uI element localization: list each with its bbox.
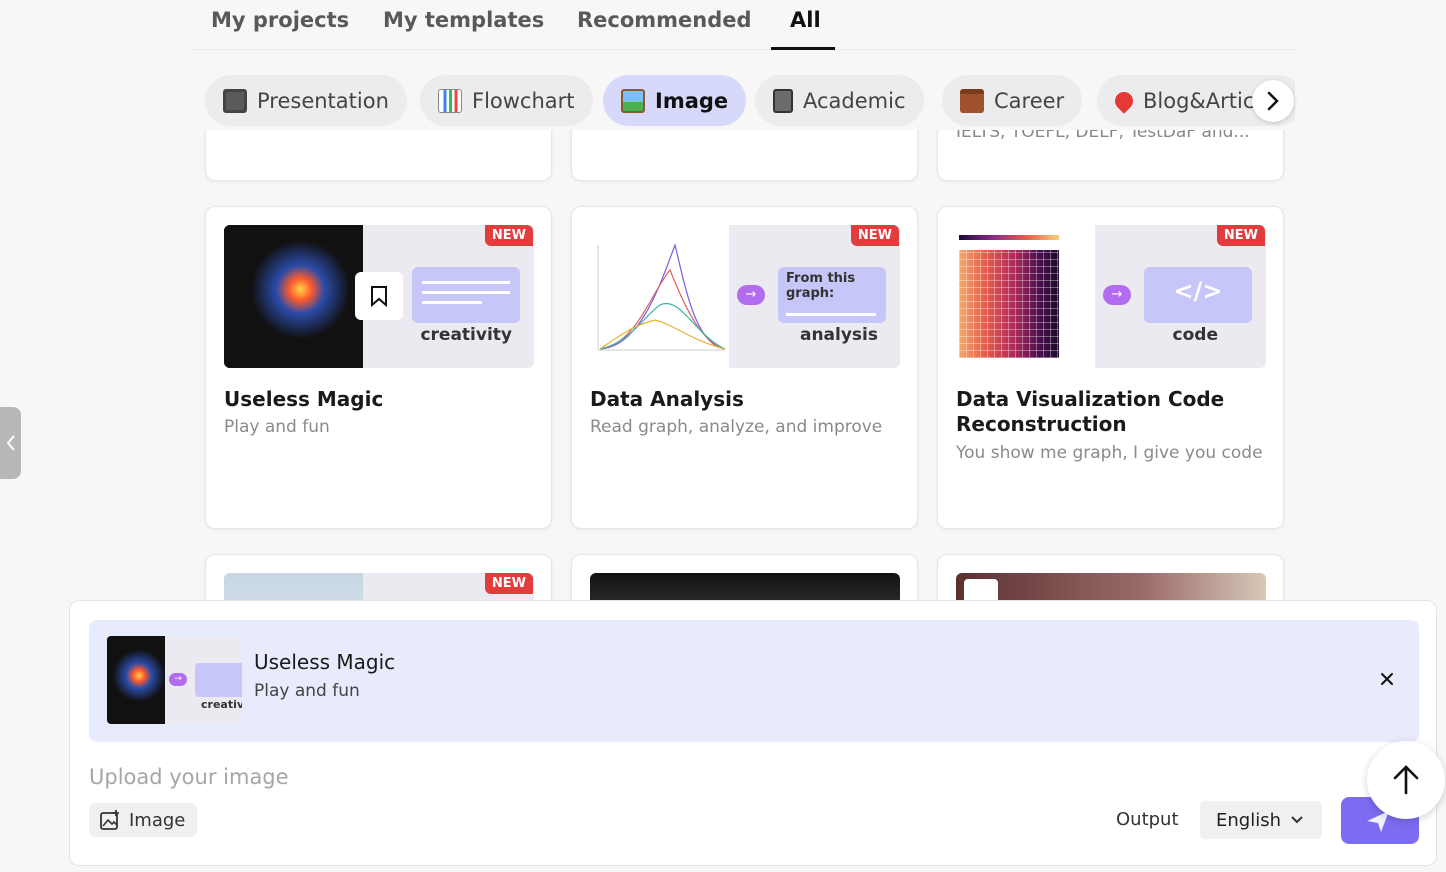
arrow-icon: → xyxy=(169,673,187,686)
card-thumbnail xyxy=(956,573,1266,600)
card-desc: You show me graph, I give you code xyxy=(956,443,1263,463)
picture-icon xyxy=(621,88,645,113)
tab-my-templates[interactable]: My templates xyxy=(383,8,544,32)
upload-image-button[interactable]: Image xyxy=(89,803,198,837)
template-grid: IELTS, TOEFL, DELF, TestDaF and... creat… xyxy=(195,130,1295,600)
new-badge: NEW xyxy=(484,573,533,594)
prompt-composer: → creativi Useless Magic Play and fun Up… xyxy=(69,600,1437,866)
chip-label: Flowchart xyxy=(472,88,575,113)
card-desc: IELTS, TOEFL, DELF, TestDaF and... xyxy=(956,130,1250,142)
card-thumbnail xyxy=(590,573,900,600)
chip-presentation[interactable]: Presentation xyxy=(205,75,407,126)
chip-flowchart[interactable]: Flowchart xyxy=(420,75,593,126)
arrow-up-icon xyxy=(1393,765,1419,795)
scroll-to-top-button[interactable] xyxy=(1367,741,1445,819)
chevron-right-icon xyxy=(1267,91,1279,111)
chevron-left-icon xyxy=(6,435,15,451)
chip-label: Career xyxy=(994,88,1065,113)
card-panel-label: analysis xyxy=(799,325,878,345)
tv-icon xyxy=(223,88,247,113)
creativity-photo xyxy=(107,636,165,724)
creativity-photo xyxy=(224,225,363,368)
category-chips: Presentation Flowchart Image Academic Ca… xyxy=(205,75,1295,127)
sidebar-toggle[interactable] xyxy=(0,407,21,479)
template-card[interactable] xyxy=(205,130,552,181)
image-add-icon xyxy=(100,810,119,830)
chip-image[interactable]: Image xyxy=(603,75,747,126)
card-panel-label: code xyxy=(1172,325,1218,345)
new-badge: NEW xyxy=(850,225,899,246)
card-panel-label: creativity xyxy=(420,325,512,345)
active-tab-indicator xyxy=(771,47,835,50)
selected-template-thumbnail: → creativi xyxy=(107,636,242,724)
template-card[interactable]: NEW xyxy=(205,554,552,600)
card-title: Data Analysis xyxy=(590,387,744,411)
chip-label: Image xyxy=(655,88,729,113)
bookmark-icon xyxy=(371,286,387,307)
template-card-data-visualization[interactable]: → </> code NEW Data Visualization Code R… xyxy=(937,206,1284,529)
card-title: Data Visualization Code Reconstruction xyxy=(956,387,1225,436)
chip-label: Academic xyxy=(803,88,906,113)
template-card-useless-magic[interactable]: creativity NEW Useless Magic Play and fu… xyxy=(205,206,552,529)
chip-career[interactable]: Career xyxy=(942,75,1083,126)
chips-next-button[interactable] xyxy=(1252,80,1294,122)
card-title: Useless Magic xyxy=(224,387,384,411)
pin-icon xyxy=(1111,87,1137,114)
arrow-icon: → xyxy=(737,285,765,305)
new-badge: NEW xyxy=(1216,225,1265,246)
template-card[interactable] xyxy=(571,554,918,600)
tab-recommended[interactable]: Recommended xyxy=(577,8,752,32)
heatmap-image xyxy=(956,225,1095,368)
tab-all[interactable]: All xyxy=(790,8,821,32)
density-plot-image xyxy=(590,225,729,368)
card-panel-text: </> xyxy=(1173,277,1223,305)
new-badge: NEW xyxy=(484,225,533,246)
bookmark-button[interactable] xyxy=(355,272,403,320)
output-language-select[interactable]: English xyxy=(1200,801,1322,839)
upload-image-label: Image xyxy=(129,809,186,831)
notebook-icon xyxy=(773,88,793,113)
template-card-data-analysis[interactable]: → From this graph: analysis NEW Data Ana… xyxy=(571,206,918,529)
tab-my-projects[interactable]: My projects xyxy=(211,8,349,32)
output-label: Output xyxy=(1116,809,1179,830)
bar-chart-icon xyxy=(438,88,462,113)
card-panel: </> xyxy=(1144,267,1252,323)
card-thumbnail: → From this graph: analysis xyxy=(590,225,900,368)
card-thumbnail: creativity xyxy=(224,225,534,368)
card-panel-text: From this graph: xyxy=(786,271,856,301)
remove-template-button[interactable] xyxy=(1377,669,1397,689)
template-card[interactable] xyxy=(937,554,1284,600)
card-panel xyxy=(195,663,242,697)
card-thumbnail: → </> code xyxy=(956,225,1266,368)
card-panel-label: creativi xyxy=(201,698,242,711)
chevron-down-icon xyxy=(1291,816,1303,824)
selected-template-title: Useless Magic xyxy=(254,650,396,674)
card-panel xyxy=(412,267,520,323)
arrow-icon: → xyxy=(1103,285,1131,305)
chip-academic[interactable]: Academic xyxy=(755,75,924,126)
template-card[interactable] xyxy=(571,130,918,181)
chip-label: Presentation xyxy=(257,88,389,113)
selected-template-desc: Play and fun xyxy=(254,681,360,701)
chip-label: Blog&Artic xyxy=(1143,88,1255,113)
logo-icon xyxy=(964,579,998,600)
output-language-value: English xyxy=(1216,809,1281,831)
close-icon xyxy=(1381,673,1393,685)
card-desc: Play and fun xyxy=(224,417,330,437)
sky-photo xyxy=(224,573,363,600)
template-card[interactable]: IELTS, TOEFL, DELF, TestDaF and... xyxy=(937,130,1284,181)
card-panel: From this graph: xyxy=(778,267,886,323)
prompt-input[interactable]: Upload your image xyxy=(89,765,289,789)
template-tabs: My projects My templates Recommended All xyxy=(193,0,1295,50)
selected-template: → creativi Useless Magic Play and fun xyxy=(89,620,1419,742)
briefcase-icon xyxy=(960,88,984,113)
card-desc: Read graph, analyze, and improve xyxy=(590,417,883,437)
